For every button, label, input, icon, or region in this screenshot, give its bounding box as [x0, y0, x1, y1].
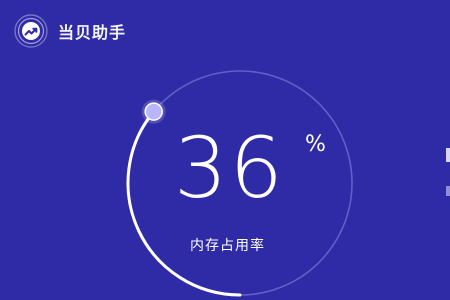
memory-label: 内存占用率 [190, 238, 265, 254]
gauge-knob[interactable] [144, 102, 163, 121]
app-window: 当贝助手 36 % 内存占用率 [0, 0, 450, 300]
memory-percentage: 36 % [160, 120, 330, 230]
offscreen-element [446, 148, 450, 162]
percent-unit: % [305, 132, 326, 157]
memory-value: 36 [174, 119, 285, 217]
offscreen-element [446, 186, 450, 196]
